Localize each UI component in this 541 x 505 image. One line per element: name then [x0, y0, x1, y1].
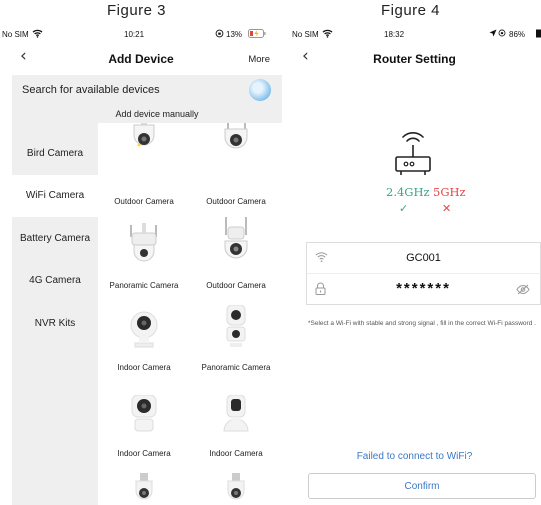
device-name: Outdoor Camera	[206, 281, 266, 290]
category-battery-camera[interactable]: Battery Camera	[12, 218, 98, 260]
indoor-cube-camera-icon	[131, 395, 157, 432]
battery-percent: 86%	[509, 30, 526, 39]
device-tile[interactable]	[98, 473, 190, 505]
device-tile[interactable]: Indoor Camera	[98, 305, 190, 375]
hide-password-eye-icon[interactable]	[516, 284, 530, 295]
device-name: Indoor Camera	[209, 449, 263, 458]
battery-charging-icon	[248, 29, 266, 40]
ptz-outdoor-camera-icon	[224, 123, 248, 149]
device-grid: Outdoor Camera Outdoor Camera Panoramic …	[98, 123, 282, 505]
search-devices-bar[interactable]: Search for available devices Add device …	[12, 75, 282, 123]
nav-bar: ‹ Add Device More	[0, 46, 282, 70]
status-bar: No SIM 18:32 86%	[288, 29, 541, 44]
wifi-name-field[interactable]: GC001	[306, 242, 541, 274]
category-nvr-kits[interactable]: NVR Kits	[12, 303, 98, 345]
confirm-button[interactable]: Confirm	[308, 473, 536, 499]
carrier-label: No SIM	[292, 30, 319, 39]
wifi-instruction-note: *Select a Wi-Fi with stable and strong s…	[308, 320, 536, 327]
page-title: Add Device	[108, 52, 174, 66]
device-tile[interactable]: Outdoor Camera	[190, 123, 282, 206]
category-bird-camera[interactable]: Bird Camera	[12, 133, 98, 175]
device-tile[interactable]: Outdoor Camera	[190, 217, 282, 293]
device-tile[interactable]: Indoor Camera	[190, 387, 282, 458]
ptz-outdoor-camera-icon	[133, 123, 155, 147]
indoor-robot-camera-icon	[223, 395, 249, 432]
password-mask: *******	[396, 280, 451, 297]
router-setting-screen: No SIM 18:32 86% ‹ Router Setting 2.4GHz…	[288, 24, 541, 505]
battery-percent: 13%	[226, 30, 243, 39]
band-2-4ghz-label: 2.4GHz	[386, 185, 430, 199]
device-name: Indoor Camera	[117, 363, 171, 372]
category-wifi-camera[interactable]: WiFi Camera	[12, 175, 98, 217]
search-devices-label: Search for available devices	[22, 84, 160, 96]
dual-lens-indoor-camera-icon	[226, 305, 246, 347]
nav-bar: ‹ Router Setting	[288, 46, 541, 70]
bulb-camera-icon	[227, 473, 245, 500]
add-device-manually-link[interactable]: Add device manually	[12, 109, 282, 119]
more-button[interactable]: More	[248, 54, 270, 65]
radar-search-icon[interactable]	[249, 79, 271, 101]
band-5ghz-label: 5GHz	[433, 185, 466, 199]
category-4g-camera[interactable]: 4G Camera	[12, 260, 98, 302]
indoor-dome-camera-icon	[130, 311, 158, 348]
supported-check-icon: ✓	[399, 202, 409, 215]
device-tile[interactable]	[190, 473, 282, 505]
device-name: Panoramic Camera	[109, 281, 179, 290]
battery-icon	[536, 29, 541, 40]
device-name: Indoor Camera	[117, 449, 171, 458]
carrier-label: No SIM	[2, 30, 29, 39]
device-name: Panoramic Camera	[201, 363, 271, 372]
router-icon	[395, 132, 431, 175]
category-sidebar: Bird Camera WiFi Camera Battery Camera 4…	[12, 123, 98, 505]
failed-to-connect-link[interactable]: Failed to connect to WiFi?	[288, 451, 541, 462]
screenshot-root: Figure 3 Figure 4 No SIM 10:21 13% ‹ Add…	[0, 0, 541, 505]
orientation-lock-icon	[215, 29, 224, 40]
bullet-dome-camera-icon	[224, 217, 248, 259]
device-name: Outdoor Camera	[206, 197, 266, 206]
device-tile[interactable]: Outdoor Camera	[98, 123, 190, 206]
clock: 10:21	[124, 30, 145, 39]
bulb-camera-icon	[135, 473, 153, 500]
bullet-dual-camera-icon	[130, 223, 157, 262]
unsupported-cross-icon: ✕	[442, 202, 452, 215]
figure-4-title: Figure 4	[381, 2, 441, 19]
wifi-signal-icon	[322, 29, 333, 40]
device-tile[interactable]: Indoor Camera	[98, 387, 190, 458]
orientation-lock-icon	[498, 29, 506, 39]
clock: 18:32	[384, 30, 405, 39]
device-name: Outdoor Camera	[114, 197, 174, 206]
device-tile[interactable]: Panoramic Camera	[190, 305, 282, 375]
wifi-signal-icon	[32, 29, 43, 40]
figure-3-title: Figure 3	[107, 2, 167, 19]
add-device-screen: No SIM 10:21 13% ‹ Add Device More Searc…	[0, 24, 282, 505]
location-arrow-icon	[489, 29, 497, 39]
wifi-password-field[interactable]: *******	[306, 273, 541, 305]
wifi-name-value: GC001	[406, 252, 441, 264]
device-tile[interactable]: Panoramic Camera	[98, 223, 190, 293]
page-title: Router Setting	[373, 52, 456, 66]
status-bar: No SIM 10:21 13%	[0, 29, 282, 44]
